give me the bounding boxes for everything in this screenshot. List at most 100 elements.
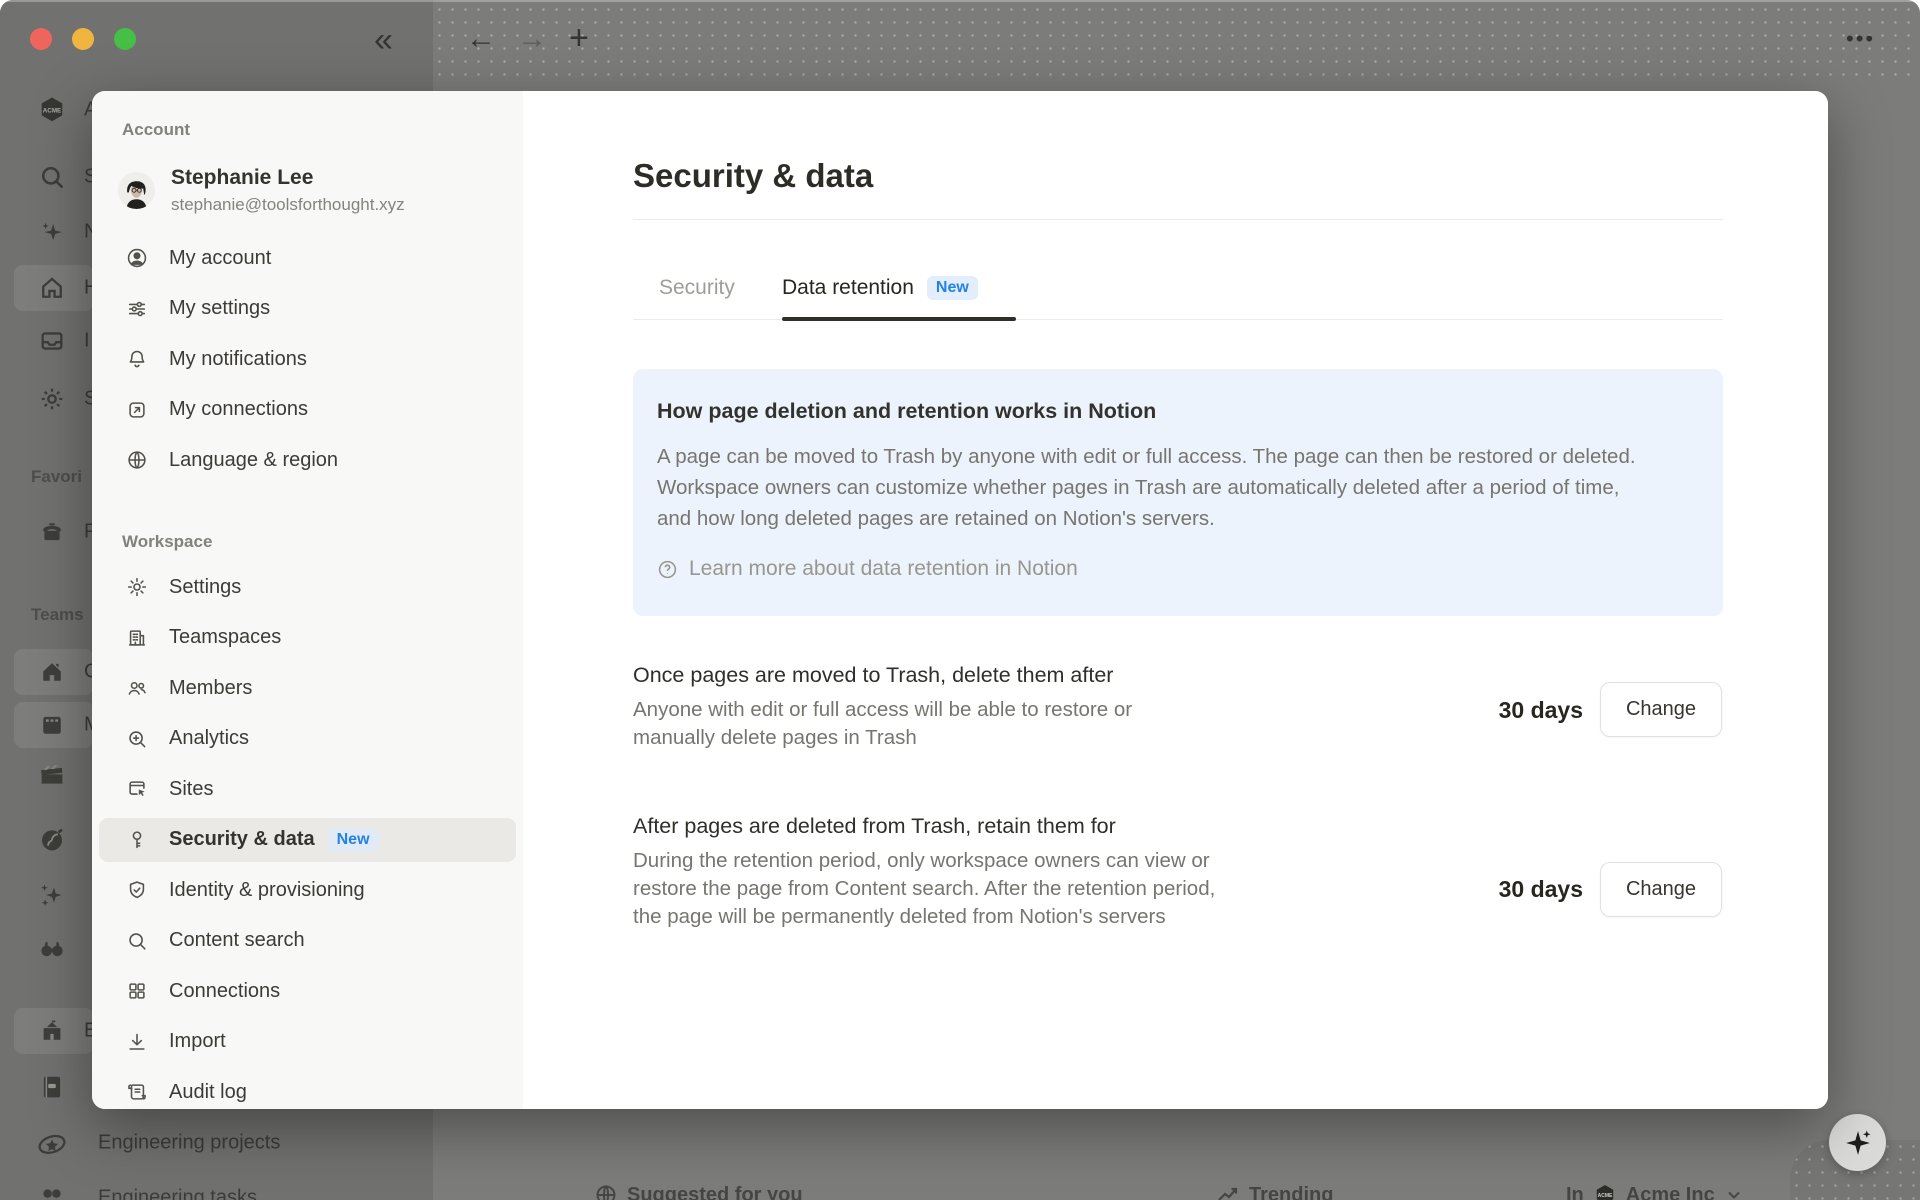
clapperboard-icon: [36, 757, 68, 789]
window-top-highlight: [0, 0, 1920, 2]
sidebar-menu-item[interactable]: Members: [99, 666, 516, 710]
title-divider: [633, 219, 1723, 220]
retention-info-box: How page deletion and retention works in…: [633, 369, 1723, 616]
grid-icon: [126, 980, 148, 1002]
account-user-row[interactable]: Stephanie Lee stephanie@toolsforthought.…: [118, 165, 405, 215]
members-icon: [126, 677, 148, 699]
chevron-down-icon: [1724, 1185, 1744, 1200]
shooting-star-icon: [35, 1126, 69, 1160]
account-menu: My account My settings My notifications …: [99, 236, 516, 489]
person-circle-icon: [126, 247, 148, 269]
more-options-icon[interactable]: •••: [1846, 28, 1875, 50]
new-badge: New: [328, 828, 379, 852]
notion-ai-fab-button: [1829, 1114, 1886, 1171]
trending-label: Trending: [1216, 1183, 1333, 1200]
sidebar-menu-item[interactable]: Teamspaces: [99, 616, 516, 660]
sidebar-menu-item[interactable]: Content search: [99, 919, 516, 963]
collapse-sidebar-icon[interactable]: «: [374, 23, 393, 57]
info-box-title: How page deletion and retention works in…: [657, 399, 1699, 424]
settings-sidebar: Account Stephanie Lee stephanie@toolsfor…: [92, 91, 523, 1109]
nav-forward-icon[interactable]: →: [517, 24, 547, 54]
trending-icon: [1216, 1183, 1240, 1200]
sidebar-item-eng_projects: Engineering projects: [98, 1132, 280, 1155]
team-home-icon: [38, 658, 66, 686]
settings-content: Security & data Security Data retention …: [523, 91, 1828, 1109]
sidebar-menu-item[interactable]: Audit log: [99, 1070, 516, 1109]
minimize-window-button[interactable]: [72, 28, 94, 50]
workspace-switcher-label: In ACME Acme Inc: [1566, 1183, 1744, 1200]
ai-sparkle-icon: [1843, 1128, 1873, 1158]
new-tab-icon[interactable]: +: [569, 21, 589, 55]
info-box-body: A page can be moved to Trash by anyone w…: [657, 441, 1642, 534]
shell-icon: [36, 823, 68, 855]
people-icon: [37, 1183, 67, 1200]
sidebar-menu-item[interactable]: Settings: [99, 565, 516, 609]
globe-icon: [126, 449, 148, 471]
audit-log-icon: [126, 1081, 148, 1103]
close-window-button[interactable]: [30, 28, 52, 50]
search-icon: [38, 163, 66, 191]
svg-text:ACME: ACME: [43, 108, 61, 115]
setting-description: Anyone with edit or full access will be …: [633, 696, 1193, 752]
sidebar-menu-item[interactable]: Connections: [99, 969, 516, 1013]
sidebar-section-teamspaces: Teams: [31, 605, 84, 625]
analytics-icon: [126, 728, 148, 750]
sidebar-menu-item[interactable]: Language & region: [99, 438, 516, 482]
zoom-window-button[interactable]: [114, 28, 136, 50]
sidebar-menu-item[interactable]: My account: [99, 236, 516, 280]
setting-value: 30 days: [1499, 874, 1583, 904]
bell-icon: [126, 348, 148, 370]
setting-heading: After pages are deleted from Trash, reta…: [633, 814, 1116, 839]
sliders-icon: [126, 298, 148, 320]
sidebar-menu-item[interactable]: Identity & provisioning: [99, 868, 516, 912]
suggested-for-you-label: Suggested for you: [594, 1183, 803, 1200]
svg-text:ACME: ACME: [1597, 1193, 1612, 1199]
learn-more-link[interactable]: Learn more about data retention in Notio…: [657, 557, 1699, 581]
shield-check-icon: [126, 879, 148, 901]
sidebar-section-favorites: Favori: [31, 467, 82, 487]
change-button[interactable]: Change: [1600, 682, 1722, 737]
user-email: stephanie@toolsforthought.xyz: [171, 195, 405, 215]
suggested-globe-icon: [594, 1183, 618, 1200]
notion-ai-sparkle-icon: [38, 218, 66, 246]
key-icon: [126, 829, 148, 851]
school-icon: [38, 1017, 66, 1045]
new-badge: New: [927, 276, 978, 300]
import-icon: [126, 1031, 148, 1053]
search-icon: [126, 930, 148, 952]
setting-description: During the retention period, only worksp…: [633, 847, 1223, 931]
avatar: [118, 172, 155, 209]
home-icon: [38, 274, 66, 302]
page-cover-dot-pattern: [433, 3, 1920, 83]
sidebar-menu-item[interactable]: My notifications: [99, 337, 516, 381]
sidebar-menu-item[interactable]: My settings: [99, 287, 516, 331]
gear-icon: [38, 385, 66, 413]
inbox-icon: [38, 327, 66, 355]
account-section-label: Account: [122, 120, 190, 140]
sidebar-menu-item[interactable]: Sites: [99, 767, 516, 811]
sidebar-label-fragment: I: [84, 330, 90, 353]
help-circle-icon: [657, 559, 678, 580]
sidebar-menu-item[interactable]: Import: [99, 1020, 516, 1064]
tab-data-retention[interactable]: Data retention New: [782, 276, 978, 300]
nav-back-icon[interactable]: ←: [466, 24, 496, 54]
building-icon: [126, 627, 148, 649]
sidebar-menu-item[interactable]: My connections: [99, 388, 516, 432]
workspace-menu: Settings Teamspaces Members Analytics: [99, 565, 516, 1109]
notebook-icon: [37, 1072, 67, 1102]
screen: « ← → + ••• ACMEASNHISFavoriPTeamsCMEEng…: [0, 0, 1920, 1200]
setting-heading: Once pages are moved to Trash, delete th…: [633, 663, 1113, 688]
acme-logo-icon: ACME: [37, 95, 67, 125]
settings-dialog: Account Stephanie Lee stephanie@toolsfor…: [92, 91, 1828, 1109]
acme-logo-small-icon: ACME: [1593, 1183, 1617, 1200]
page-title: Security & data: [633, 157, 873, 195]
setting-value: 30 days: [1499, 695, 1583, 725]
sidebar-menu-item[interactable]: Security & data New: [99, 818, 516, 862]
workspace-section-label: Workspace: [122, 532, 212, 552]
change-button[interactable]: Change: [1600, 862, 1722, 917]
tab-security[interactable]: Security: [659, 276, 735, 300]
binoculars-icon: [37, 934, 67, 964]
active-tab-underline: [782, 317, 1016, 321]
phone-icon: [38, 518, 66, 546]
sidebar-menu-item[interactable]: Analytics: [99, 717, 516, 761]
